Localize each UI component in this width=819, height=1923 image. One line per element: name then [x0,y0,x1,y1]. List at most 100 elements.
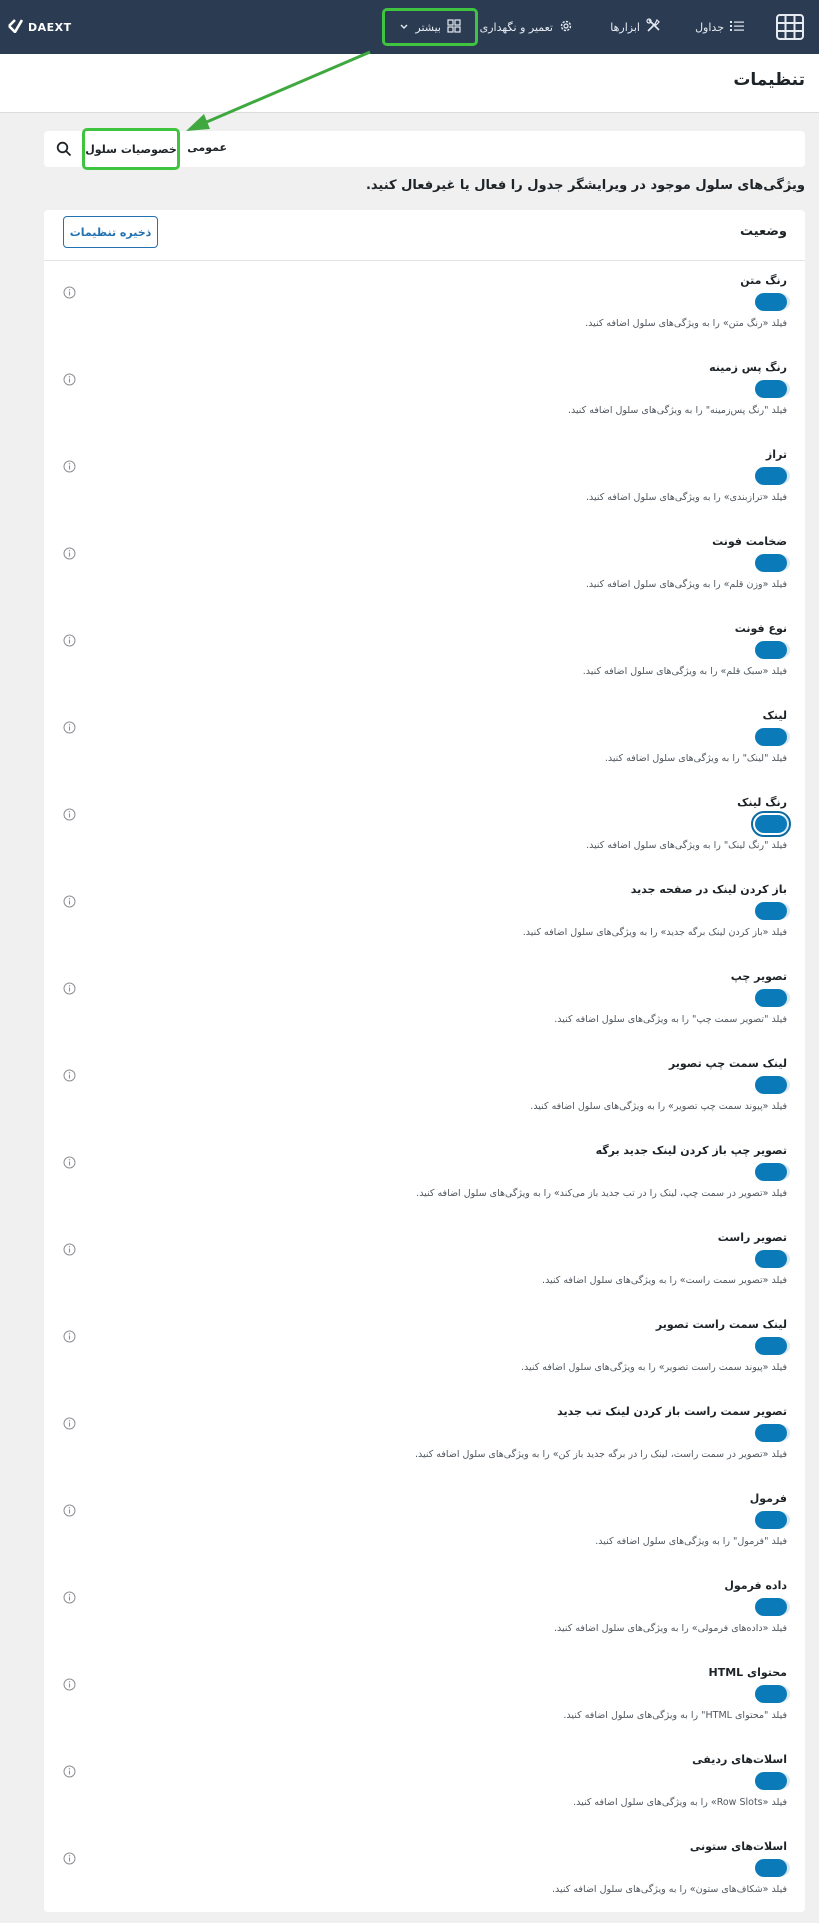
grid-icon [447,18,461,36]
nav-tools[interactable]: ابزارها [610,0,661,54]
option-label: فرمول [749,1492,787,1505]
option-label: تراز [765,448,787,461]
option-help-text: فیلد "رنگ لینک" را به ویژگی‌های سلول اضا… [586,840,787,851]
nav-tables-label: جداول [695,20,724,34]
tools-icon [646,18,661,36]
panel-header: وضعیت ذخیره تنظیمات [44,210,805,261]
option-toggle[interactable] [755,989,787,1007]
nav-tables[interactable]: جداول [695,0,744,54]
option-toggle[interactable] [755,1772,787,1790]
info-icon[interactable] [63,1328,76,1347]
option-toggle[interactable] [755,728,787,746]
section-description: ویژگی‌های سلول موجود در ویرایشگر جدول را… [365,178,805,193]
option-toggle[interactable] [755,902,787,920]
option-text-color: رنگ متن فیلد «رنگ متن» را به ویژگی‌های س… [44,270,805,357]
option-label: رنگ لینک [737,796,787,809]
option-toggle[interactable] [755,1511,787,1529]
option-html-content: محتوای HTML فیلد "محتوای HTML" را به ویژ… [44,1662,805,1749]
info-icon[interactable] [63,545,76,564]
save-settings-button[interactable]: ذخیره تنظیمات [63,216,158,248]
option-help-text: فیلد «وزن قلم» را به ویژگی‌های سلول اضاف… [585,579,787,590]
option-help-text: فیلد "فرمول" را به ویژگی‌های سلول اضافه … [595,1536,787,1547]
option-image-right-link: لینک سمت راست تصویر فیلد «پیوند سمت راست… [44,1314,805,1401]
settings-tabbar: عمومی خصوصیات سلول [44,128,805,170]
option-column-slots: اسلات‌های ستونی فیلد «شکاف‌های ستون» را … [44,1836,805,1923]
info-icon[interactable] [63,1067,76,1086]
tab-cell-properties[interactable]: خصوصیات سلول [82,128,180,170]
option-help-text: فیلد «Row Slots» را به ویژگی‌های سلول اض… [573,1797,787,1808]
info-icon[interactable] [63,893,76,912]
option-toggle[interactable] [755,1337,787,1355]
info-icon[interactable] [63,284,76,303]
option-label: داده فرمول [724,1579,787,1592]
option-toggle[interactable] [755,1250,787,1268]
option-help-text: فیلد "لینک" را به ویژگی‌های سلول اضافه ک… [604,753,787,764]
option-toggle[interactable] [755,1859,787,1877]
info-icon[interactable] [63,371,76,390]
list-icon [730,20,744,35]
info-icon[interactable] [63,632,76,651]
option-toggle[interactable] [755,1076,787,1094]
info-icon[interactable] [63,1850,76,1869]
option-label: تصویر راست [717,1231,787,1244]
nav-maintenance[interactable]: تعمیر و نگهداری [480,0,573,54]
nav-tools-label: ابزارها [610,20,640,34]
option-image-right: تصویر راست فیلد «تصویر سمت راست» را به و… [44,1227,805,1314]
search-icon[interactable] [56,141,72,161]
daext-logo[interactable]: DAEXT [8,0,72,54]
gear-icon [559,19,573,36]
info-icon[interactable] [63,806,76,825]
option-help-text: فیلد «پیوند سمت راست تصویر» را به ویژگی‌… [520,1362,787,1373]
option-help-text: فیلد «تصویر سمت راست» را به ویژگی‌های سل… [542,1275,787,1286]
option-toggle[interactable] [751,811,791,837]
option-label: تصویر چپ [730,970,787,983]
option-toggle[interactable] [755,1598,787,1616]
option-label: رنگ پس زمینه [709,361,787,374]
table-grid-icon[interactable] [775,12,805,42]
logo-text: DAEXT [28,20,72,34]
option-toggle[interactable] [755,1685,787,1703]
option-help-text: فیلد «سبک قلم» را به ویژگی‌های سلول اضاف… [582,666,787,677]
option-open-link-new-tab: باز کردن لینک در صفحه جدید فیلد «باز کرد… [44,879,805,966]
option-alignment: تراز فیلد «ترازبندی» را به ویژگی‌های سلو… [44,444,805,531]
nav-more[interactable]: بیشتر [382,8,478,46]
cell-properties-panel: وضعیت ذخیره تنظیمات رنگ متن فیلد «رنگ مت… [44,210,805,1912]
option-toggle[interactable] [755,554,787,572]
nav-maintenance-label: تعمیر و نگهداری [479,20,553,34]
option-label: نوع فونت [734,622,787,635]
tab-general[interactable]: عمومی [187,141,227,154]
info-icon[interactable] [63,1415,76,1434]
option-help-text: فیلد «شکاف‌های ستون» را به ویژگی‌های سلو… [552,1884,787,1895]
option-link: لینک فیلد "لینک" را به ویژگی‌های سلول اض… [44,705,805,792]
info-icon[interactable] [63,980,76,999]
page-title: تنظیمات [733,70,805,90]
option-toggle[interactable] [755,467,787,485]
info-icon[interactable] [63,1676,76,1695]
option-image-left-new-tab: تصویر چپ باز کردن لینک جدید برگه فیلد «ت… [44,1140,805,1227]
option-toggle[interactable] [755,293,787,311]
option-row-slots: اسلات‌های ردیفی فیلد «Row Slots» را به و… [44,1749,805,1836]
info-icon[interactable] [63,1589,76,1608]
option-formula: فرمول فیلد "فرمول" را به ویژگی‌های سلول … [44,1488,805,1575]
option-label: لینک سمت چپ تصویر [668,1057,787,1070]
option-toggle[interactable] [755,1424,787,1442]
option-toggle[interactable] [755,1163,787,1181]
option-help-text: فیلد «رنگ متن» را به ویژگی‌های سلول اضاف… [585,318,787,329]
info-icon[interactable] [63,719,76,738]
info-icon[interactable] [63,1241,76,1260]
option-toggle[interactable] [755,380,787,398]
option-label: تصویر سمت راست باز کردن لینک تب جدید [557,1405,787,1418]
info-icon[interactable] [63,1763,76,1782]
option-help-text: فیلد "تصویر سمت چپ" را به ویژگی‌های سلول… [554,1014,787,1025]
option-background-color: رنگ پس زمینه فیلد "رنگ پس‌زمینه" را به و… [44,357,805,444]
info-icon[interactable] [63,1502,76,1521]
option-link-color: رنگ لینک فیلد "رنگ لینک" را به ویژگی‌های… [44,792,805,879]
info-icon[interactable] [63,458,76,477]
page-header: تنظیمات [0,54,819,113]
info-icon[interactable] [63,1154,76,1173]
option-label: رنگ متن [740,274,787,287]
option-toggle[interactable] [755,641,787,659]
option-label: باز کردن لینک در صفحه جدید [630,883,787,896]
option-help-text: فیلد "محتوای HTML" را به ویژگی‌های سلول … [563,1710,787,1721]
options-list: رنگ متن فیلد «رنگ متن» را به ویژگی‌های س… [44,270,805,1923]
